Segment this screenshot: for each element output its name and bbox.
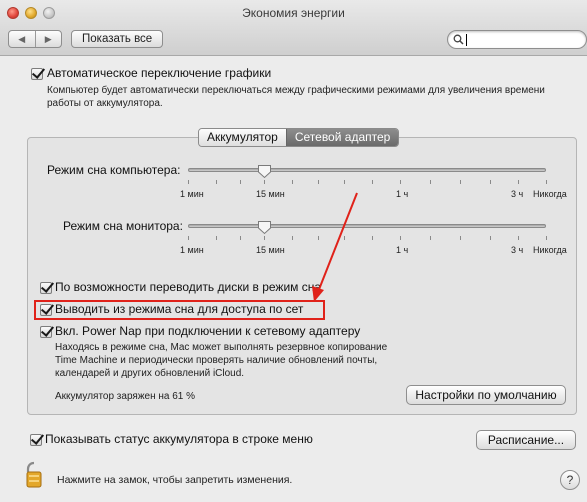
tick xyxy=(264,236,265,240)
tick xyxy=(430,236,431,240)
tick-label-15-min: 15 мин xyxy=(256,189,285,199)
lock-hint-text: Нажмите на замок, чтобы запретить измене… xyxy=(57,474,293,486)
tick xyxy=(460,236,461,240)
show-all-button[interactable]: Показать все xyxy=(71,30,164,48)
battery-charge-status: Аккумулятор заряжен на 61 % xyxy=(55,391,196,402)
tick xyxy=(188,236,189,240)
power-nap-description-line2: Time Machine и периодически проверять на… xyxy=(55,355,378,366)
tick xyxy=(372,180,373,184)
power-nap-checkbox[interactable] xyxy=(40,326,52,338)
computer-sleep-slider[interactable] xyxy=(188,168,546,172)
power-nap-description-line3: календарей и других обновлений iCloud. xyxy=(55,368,245,379)
help-button[interactable]: ? xyxy=(560,470,580,490)
lock-icon[interactable] xyxy=(24,461,44,489)
tick-label-never: Никогда xyxy=(533,189,567,199)
text-caret xyxy=(466,34,467,46)
power-nap-description-line1: Находясь в режиме сна, Mac может выполня… xyxy=(55,342,388,353)
tick xyxy=(518,236,519,240)
tick xyxy=(240,180,241,184)
back-forward-control: ◀ ▶ xyxy=(8,30,62,48)
auto-graphics-description-line2: работы от аккумулятора. xyxy=(47,98,163,109)
back-button[interactable]: ◀ xyxy=(9,31,35,47)
tick xyxy=(188,180,189,184)
tick xyxy=(400,236,401,240)
tick xyxy=(240,236,241,240)
tick xyxy=(490,236,491,240)
tick xyxy=(546,180,547,184)
tick xyxy=(460,180,461,184)
display-sleep-label: Режим сна монитора: xyxy=(63,219,183,233)
tick-label-1-min: 1 мин xyxy=(180,189,204,199)
tick xyxy=(372,236,373,240)
tick xyxy=(318,236,319,240)
forward-button[interactable]: ▶ xyxy=(34,31,62,47)
power-nap-label: Вкл. Power Nap при подключении к сетевом… xyxy=(55,324,361,338)
tick-label-1-hour: 1 ч xyxy=(396,189,409,199)
display-sleep-slider[interactable] xyxy=(188,224,546,228)
auto-graphics-label: Автоматическое переключение графики xyxy=(47,66,272,80)
power-source-tabs: Аккумулятор Сетевой адаптер xyxy=(198,128,400,147)
tick-label-3-hours: 3 ч xyxy=(511,245,524,255)
wake-network-checkbox[interactable] xyxy=(40,304,52,316)
display-sleep-slider-thumb[interactable] xyxy=(257,220,272,235)
tick xyxy=(292,180,293,184)
tick xyxy=(490,180,491,184)
disks-sleep-label: По возможности переводить диски в режим … xyxy=(55,280,322,294)
tick-label-3-hours: 3 ч xyxy=(511,189,524,199)
tick xyxy=(344,236,345,240)
tick xyxy=(400,180,401,184)
tick xyxy=(344,180,345,184)
tick-label-15-min: 15 мин xyxy=(256,245,285,255)
restore-defaults-button[interactable]: Настройки по умолчанию xyxy=(406,385,566,405)
schedule-button[interactable]: Расписание... xyxy=(476,430,576,450)
tick xyxy=(318,180,319,184)
tick-label-never: Никогда xyxy=(533,245,567,255)
auto-graphics-description-line1: Компьютер будет автоматически переключат… xyxy=(47,85,545,96)
show-battery-status-label: Показывать статус аккумулятора в строке … xyxy=(45,432,313,446)
tick xyxy=(430,180,431,184)
search-icon xyxy=(453,34,464,45)
show-battery-status-checkbox[interactable] xyxy=(30,434,42,446)
tick-label-1-min: 1 мин xyxy=(180,245,204,255)
tick xyxy=(264,180,265,184)
wake-network-label: Выводить из режима сна для доступа по се… xyxy=(55,302,304,316)
titlebar: Экономия энергии ◀ ▶ Показать все xyxy=(0,0,587,56)
tab-battery[interactable]: Аккумулятор xyxy=(199,129,286,146)
tick xyxy=(546,236,547,240)
search-input[interactable] xyxy=(447,30,587,49)
tick xyxy=(216,180,217,184)
tab-power-adapter[interactable]: Сетевой адаптер xyxy=(285,129,399,146)
energy-saver-window: Экономия энергии ◀ ▶ Показать все Автома… xyxy=(0,0,587,502)
window-title: Экономия энергии xyxy=(242,6,345,20)
tick xyxy=(292,236,293,240)
tick xyxy=(518,180,519,184)
computer-sleep-slider-thumb[interactable] xyxy=(257,164,272,179)
auto-graphics-checkbox[interactable] xyxy=(31,68,43,80)
disks-sleep-checkbox[interactable] xyxy=(40,282,52,294)
tick-label-1-hour: 1 ч xyxy=(396,245,409,255)
computer-sleep-label: Режим сна компьютера: xyxy=(47,163,181,177)
tick xyxy=(216,236,217,240)
